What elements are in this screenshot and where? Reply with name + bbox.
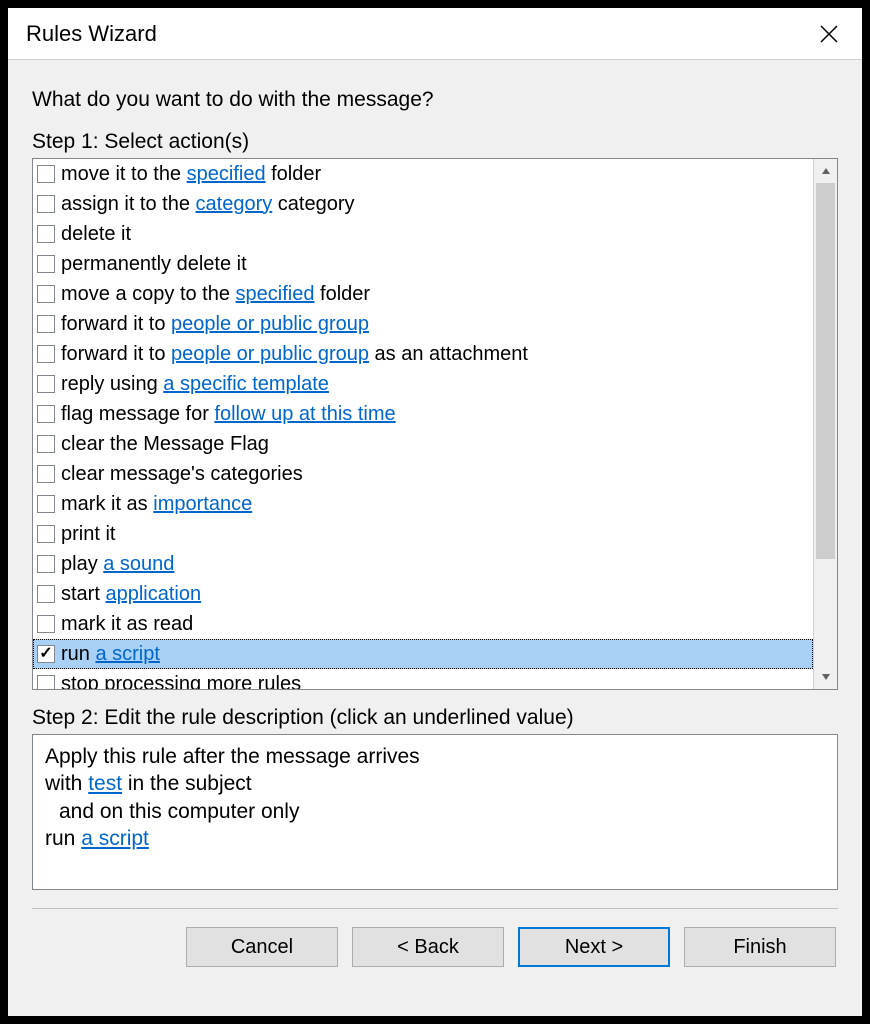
scrollbar-thumb[interactable]: [816, 183, 835, 559]
finish-button[interactable]: Finish: [684, 927, 836, 967]
action-row[interactable]: move it to the specified folder: [33, 159, 813, 189]
action-row[interactable]: mark it as importance: [33, 489, 813, 519]
action-row[interactable]: forward it to people or public group as …: [33, 339, 813, 369]
action-label: move it to the specified folder: [61, 163, 321, 186]
action-label: forward it to people or public group: [61, 313, 369, 336]
action-label: mark it as importance: [61, 493, 252, 516]
action-checkbox[interactable]: [37, 375, 55, 393]
rule-description-box: Apply this rule after the message arrive…: [32, 734, 838, 890]
action-label: play a sound: [61, 553, 174, 576]
back-button[interactable]: < Back: [352, 927, 504, 967]
close-button[interactable]: [806, 11, 852, 57]
step2-label: Step 2: Edit the rule description (click…: [32, 706, 838, 730]
scrollbar-track[interactable]: [814, 183, 837, 665]
action-link[interactable]: importance: [153, 493, 252, 515]
action-row[interactable]: print it: [33, 519, 813, 549]
action-label: clear the Message Flag: [61, 433, 269, 456]
action-label: print it: [61, 523, 115, 546]
action-link[interactable]: application: [105, 583, 201, 605]
action-checkbox[interactable]: [37, 315, 55, 333]
action-checkbox[interactable]: [37, 615, 55, 633]
action-link[interactable]: category: [196, 193, 273, 215]
action-label: start application: [61, 583, 201, 606]
action-label: stop processing more rules: [61, 673, 301, 690]
action-link[interactable]: a sound: [103, 553, 174, 575]
action-row[interactable]: reply using a specific template: [33, 369, 813, 399]
action-checkbox[interactable]: [37, 225, 55, 243]
action-row[interactable]: stop processing more rules: [33, 669, 813, 689]
script-value-link[interactable]: a script: [81, 827, 149, 850]
action-row[interactable]: run a script: [33, 639, 813, 669]
scrollbar[interactable]: [813, 159, 837, 689]
dialog-body: What do you want to do with the message?…: [8, 60, 862, 1016]
action-row[interactable]: clear message's categories: [33, 459, 813, 489]
desc-line: with test in the subject: [45, 770, 825, 797]
action-checkbox[interactable]: [37, 675, 55, 689]
action-link[interactable]: people or public group: [171, 343, 369, 365]
chevron-up-icon: [821, 166, 831, 176]
next-button[interactable]: Next >: [518, 927, 670, 967]
separator: [32, 908, 838, 909]
action-checkbox[interactable]: [37, 435, 55, 453]
action-label: reply using a specific template: [61, 373, 329, 396]
action-checkbox[interactable]: [37, 495, 55, 513]
action-checkbox[interactable]: [37, 285, 55, 303]
action-link[interactable]: a specific template: [163, 373, 329, 395]
subject-value-link[interactable]: test: [88, 772, 122, 795]
action-link[interactable]: specified: [236, 283, 315, 305]
action-checkbox[interactable]: [37, 345, 55, 363]
prompt-text: What do you want to do with the message?: [32, 88, 838, 112]
action-checkbox[interactable]: [37, 165, 55, 183]
action-link[interactable]: a script: [95, 643, 159, 665]
titlebar: Rules Wizard: [8, 8, 862, 60]
actions-list[interactable]: move it to the specified folder assign it…: [33, 159, 813, 689]
action-row[interactable]: permanently delete it: [33, 249, 813, 279]
dialog-title: Rules Wizard: [26, 21, 806, 47]
action-label: run a script: [61, 643, 160, 666]
action-link[interactable]: specified: [187, 163, 266, 185]
action-checkbox[interactable]: [37, 255, 55, 273]
action-row[interactable]: forward it to people or public group: [33, 309, 813, 339]
action-row[interactable]: flag message for follow up at this time: [33, 399, 813, 429]
action-checkbox[interactable]: [37, 645, 55, 663]
scroll-down-button[interactable]: [814, 665, 837, 689]
scroll-up-button[interactable]: [814, 159, 837, 183]
action-row[interactable]: delete it: [33, 219, 813, 249]
action-row[interactable]: assign it to the category category: [33, 189, 813, 219]
action-checkbox[interactable]: [37, 465, 55, 483]
action-checkbox[interactable]: [37, 195, 55, 213]
action-checkbox[interactable]: [37, 555, 55, 573]
action-label: move a copy to the specified folder: [61, 283, 370, 306]
step1-label: Step 1: Select action(s): [32, 130, 838, 154]
close-icon: [820, 25, 838, 43]
desc-line: and on this computer only: [45, 798, 825, 825]
action-row[interactable]: mark it as read: [33, 609, 813, 639]
action-checkbox[interactable]: [37, 405, 55, 423]
action-row[interactable]: clear the Message Flag: [33, 429, 813, 459]
action-checkbox[interactable]: [37, 525, 55, 543]
action-link[interactable]: follow up at this time: [214, 403, 395, 425]
action-label: mark it as read: [61, 613, 193, 636]
action-label: delete it: [61, 223, 131, 246]
desc-line: run a script: [45, 825, 825, 852]
cancel-button[interactable]: Cancel: [186, 927, 338, 967]
action-row[interactable]: play a sound: [33, 549, 813, 579]
action-checkbox[interactable]: [37, 585, 55, 603]
action-label: clear message's categories: [61, 463, 303, 486]
rules-wizard-dialog: Rules Wizard What do you want to do with…: [8, 8, 862, 1016]
action-label: permanently delete it: [61, 253, 247, 276]
actions-listbox: move it to the specified folder assign it…: [32, 158, 838, 690]
chevron-down-icon: [821, 672, 831, 682]
action-label: flag message for follow up at this time: [61, 403, 396, 426]
action-label: assign it to the category category: [61, 193, 355, 216]
action-label: forward it to people or public group as …: [61, 343, 528, 366]
action-row[interactable]: start application: [33, 579, 813, 609]
button-row: Cancel < Back Next > Finish: [32, 927, 838, 967]
desc-line: Apply this rule after the message arrive…: [45, 743, 825, 770]
action-link[interactable]: people or public group: [171, 313, 369, 335]
action-row[interactable]: move a copy to the specified folder: [33, 279, 813, 309]
